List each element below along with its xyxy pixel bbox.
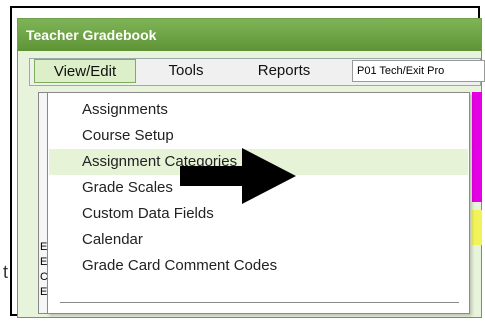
menu-separator	[60, 302, 459, 303]
black-right-arrow-icon	[180, 148, 296, 204]
menu-tools[interactable]: Tools	[148, 59, 224, 83]
menu-item-grade-card-comment-codes[interactable]: Grade Card Comment Codes	[49, 253, 468, 279]
menu-item-calendar[interactable]: Calendar	[49, 227, 468, 253]
grid-color-cell-yellow	[472, 210, 482, 245]
menu-item-assignments[interactable]: Assignments	[49, 97, 468, 123]
window-title: Teacher Gradebook	[18, 19, 481, 51]
grid-color-cell-magenta	[472, 92, 482, 202]
menu-reports[interactable]: Reports	[234, 59, 334, 83]
period-course-select[interactable]: P01 Tech/Exit Pro	[352, 60, 485, 82]
outside-text: t	[3, 262, 9, 282]
menu-view-edit[interactable]: View/Edit	[34, 59, 136, 83]
